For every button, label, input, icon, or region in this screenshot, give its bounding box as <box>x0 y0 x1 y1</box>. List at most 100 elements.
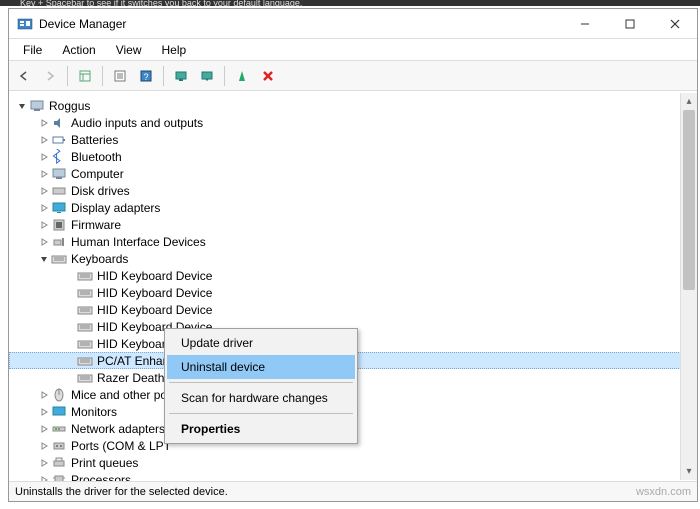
scroll-down-button[interactable]: ▾ <box>681 463 697 480</box>
tree-root-label: Roggus <box>49 99 90 113</box>
context-menu: Update driverUninstall device Scan for ha… <box>164 328 358 444</box>
battery-icon <box>51 132 67 148</box>
tree-category-label: Firmware <box>71 218 121 232</box>
hid-icon <box>51 234 67 250</box>
context-menu-separator <box>169 382 353 383</box>
help-button[interactable]: ? <box>135 65 157 87</box>
tree-category-label: Processors <box>71 473 131 482</box>
tree-category-label: Network adapters <box>71 422 165 436</box>
context-menu-item[interactable]: Properties <box>167 417 355 441</box>
twisty-collapsed-icon[interactable] <box>37 456 51 470</box>
update-driver-button[interactable] <box>196 65 218 87</box>
twisty-collapsed-icon[interactable] <box>37 184 51 198</box>
status-text: Uninstalls the driver for the selected d… <box>15 486 228 498</box>
tree-device-item[interactable]: HID Keyboard Device <box>9 284 697 301</box>
twisty-collapsed-icon[interactable] <box>37 133 51 147</box>
window-controls <box>562 9 697 38</box>
enable-device-button[interactable] <box>231 65 253 87</box>
cpu-icon <box>51 472 67 482</box>
menu-help[interactable]: Help <box>152 41 197 59</box>
keyboard-icon <box>77 268 93 284</box>
ports-icon <box>51 438 67 454</box>
twisty-collapsed-icon[interactable] <box>37 116 51 130</box>
monitor-icon <box>51 404 67 420</box>
tree-device-label: HID Keyboard Device <box>97 269 212 283</box>
tree-device-item[interactable]: HID Keyboard Device <box>9 301 697 318</box>
keyboard-icon <box>77 285 93 301</box>
close-button[interactable] <box>652 9 697 38</box>
keyboard-icon <box>51 251 67 267</box>
context-menu-item[interactable]: Scan for hardware changes <box>167 386 355 410</box>
twisty-collapsed-icon[interactable] <box>37 235 51 249</box>
context-menu-item[interactable]: Update driver <box>167 331 355 355</box>
twisty-collapsed-icon[interactable] <box>37 150 51 164</box>
vertical-scrollbar[interactable]: ▴ ▾ <box>680 93 697 480</box>
menubar: File Action View Help <box>9 39 697 61</box>
tree-category-cpu[interactable]: Processors <box>9 471 697 481</box>
twisty-collapsed-icon[interactable] <box>37 439 51 453</box>
tree-category-hid[interactable]: Human Interface Devices <box>9 233 697 250</box>
twisty-collapsed-icon[interactable] <box>37 167 51 181</box>
keyboard-icon <box>77 370 93 386</box>
context-menu-item[interactable]: Uninstall device <box>167 355 355 379</box>
window-title: Device Manager <box>39 17 126 31</box>
show-hide-tree-button[interactable] <box>74 65 96 87</box>
maximize-button[interactable] <box>607 9 652 38</box>
tree-device-item[interactable]: HID Keyboard Device <box>9 267 697 284</box>
disk-icon <box>51 183 67 199</box>
twisty-collapsed-icon[interactable] <box>37 473 51 482</box>
keyboard-icon <box>77 353 93 369</box>
twisty-collapsed-icon[interactable] <box>37 218 51 232</box>
tree-root[interactable]: Roggus <box>9 97 697 114</box>
tree-category-label: Monitors <box>71 405 117 419</box>
tree-device-label: HID Keyboard Device <box>97 286 212 300</box>
tree-category-label: Human Interface Devices <box>71 235 206 249</box>
tree-category-display[interactable]: Display adapters <box>9 199 697 216</box>
computer-icon <box>29 98 45 114</box>
tree-category-computer[interactable]: Computer <box>9 165 697 182</box>
twisty-expanded-icon[interactable] <box>15 99 29 113</box>
tree-category-label: Print queues <box>71 456 138 470</box>
scroll-thumb[interactable] <box>683 110 695 290</box>
watermark: wsxdn.com <box>636 486 691 498</box>
twisty-expanded-icon[interactable] <box>37 252 51 266</box>
tree-category-disk[interactable]: Disk drives <box>9 182 697 199</box>
keyboard-icon <box>77 302 93 318</box>
back-button[interactable] <box>13 65 35 87</box>
tree-category-firmware[interactable]: Firmware <box>9 216 697 233</box>
tree-category-label: Ports (COM & LPT <box>71 439 171 453</box>
menu-action[interactable]: Action <box>52 41 105 59</box>
tree-category-label: Disk drives <box>71 184 130 198</box>
forward-button[interactable] <box>39 65 61 87</box>
tree-category-label: Audio inputs and outputs <box>71 116 203 130</box>
display-icon <box>51 200 67 216</box>
uninstall-device-button[interactable] <box>257 65 279 87</box>
mouse-icon <box>51 387 67 403</box>
minimize-button[interactable] <box>562 9 607 38</box>
computer-icon <box>51 166 67 182</box>
twisty-collapsed-icon[interactable] <box>37 201 51 215</box>
tree-category-keyboard[interactable]: Keyboards <box>9 250 697 267</box>
properties-button[interactable] <box>109 65 131 87</box>
tree-category-label: Bluetooth <box>71 150 122 164</box>
tree-category-battery[interactable]: Batteries <box>9 131 697 148</box>
twisty-collapsed-icon[interactable] <box>37 422 51 436</box>
app-icon <box>17 16 33 32</box>
tree-category-bluetooth[interactable]: Bluetooth <box>9 148 697 165</box>
scan-hardware-button[interactable] <box>170 65 192 87</box>
toolbar: ? <box>9 61 697 91</box>
twisty-collapsed-icon[interactable] <box>37 388 51 402</box>
audio-icon <box>51 115 67 131</box>
tree-category-print[interactable]: Print queues <box>9 454 697 471</box>
network-icon <box>51 421 67 437</box>
print-icon <box>51 455 67 471</box>
keyboard-icon <box>77 319 93 335</box>
scroll-up-button[interactable]: ▴ <box>681 93 697 110</box>
menu-view[interactable]: View <box>106 41 152 59</box>
titlebar: Device Manager <box>9 9 697 39</box>
tree-category-audio[interactable]: Audio inputs and outputs <box>9 114 697 131</box>
bluetooth-icon <box>51 149 67 165</box>
menu-file[interactable]: File <box>13 41 52 59</box>
keyboard-icon <box>77 336 93 352</box>
twisty-collapsed-icon[interactable] <box>37 405 51 419</box>
